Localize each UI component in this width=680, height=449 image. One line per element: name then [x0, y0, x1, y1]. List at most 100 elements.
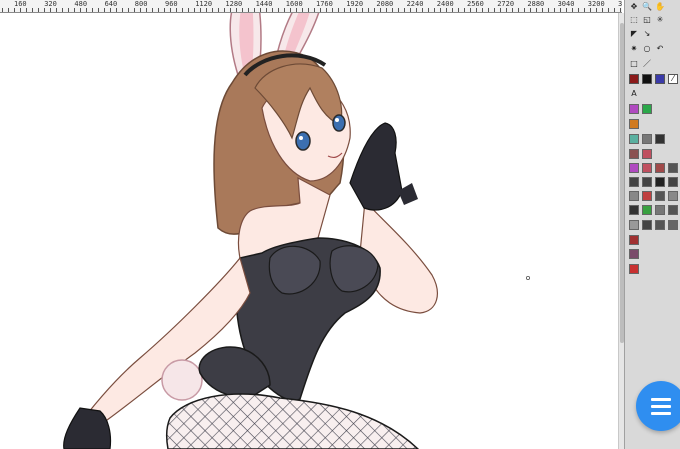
transform-icon[interactable]: ◱ [642, 15, 652, 25]
tool-icon[interactable] [642, 205, 652, 215]
ruler-tick [194, 8, 195, 12]
ruler-tick [596, 8, 597, 12]
tool-icon[interactable] [655, 205, 665, 215]
ruler-tick [602, 8, 603, 12]
ruler-tick [584, 8, 585, 12]
ruler-tick [392, 8, 393, 12]
ruler-tick [320, 8, 321, 12]
rectangle-icon[interactable]: □ [629, 59, 639, 69]
ruler-tick [62, 8, 63, 12]
ruler-tick [218, 8, 219, 12]
tool-icon[interactable] [642, 104, 652, 114]
ruler-label: 2080 [376, 0, 394, 8]
menu-bar [651, 405, 671, 408]
ruler-tick [488, 8, 489, 12]
tool-icon[interactable] [629, 104, 639, 114]
ruler-tick [374, 8, 375, 12]
triangle-icon[interactable]: ◤ [629, 29, 639, 39]
tool-icon[interactable] [655, 163, 665, 173]
tool-icon[interactable] [629, 177, 639, 187]
ruler-tick [398, 8, 399, 12]
text-icon[interactable]: A [629, 89, 639, 99]
tool-icon[interactable] [629, 191, 639, 201]
ruler-tick [128, 8, 129, 12]
ruler-label: 1600 [285, 0, 303, 8]
ruler-tick [380, 8, 381, 12]
tool-icon[interactable] [668, 220, 678, 230]
ruler-label: 1440 [255, 0, 273, 8]
ruler-tick [2, 8, 3, 12]
ruler-tick [524, 8, 525, 12]
ruler-label: 3040 [557, 0, 575, 8]
color-swatch[interactable] [655, 74, 665, 84]
tool-icon[interactable] [668, 177, 678, 187]
ruler-tick [20, 8, 21, 12]
ruler-label: 1120 [195, 0, 213, 8]
arrow-icon[interactable]: ↘ [642, 29, 652, 39]
ruler-label: 2880 [527, 0, 545, 8]
move-arrows-icon[interactable]: ✥ [629, 2, 639, 12]
tool-icon[interactable] [655, 134, 665, 144]
tool-icon[interactable] [629, 264, 639, 274]
tool-icon[interactable] [642, 149, 652, 159]
menu-fab-button[interactable] [636, 381, 680, 431]
hand-icon[interactable]: ✋ [655, 2, 665, 12]
tool-icon[interactable] [642, 163, 652, 173]
tool-icon[interactable] [629, 235, 639, 245]
ruler-tick [386, 8, 387, 12]
ruler-tick [536, 8, 537, 12]
ruler-tick [572, 8, 573, 12]
tool-icon[interactable] [642, 191, 652, 201]
ruler-tick [500, 8, 501, 12]
ruler-tick [206, 8, 207, 12]
ruler-label: 2400 [436, 0, 454, 8]
tool-icon[interactable] [642, 220, 652, 230]
ruler-tick [506, 8, 507, 12]
zoom-icon[interactable]: 🔍 [642, 2, 652, 12]
ruler-tick [290, 8, 291, 12]
tool-icon[interactable] [642, 134, 652, 144]
tool-icon[interactable] [629, 249, 639, 259]
ruler-label: 960 [165, 0, 178, 8]
ruler-tick [302, 8, 303, 12]
ruler-tick [470, 8, 471, 12]
ruler-tick [416, 8, 417, 12]
tool-icon[interactable] [668, 191, 678, 201]
pen-icon[interactable]: ⁄ [668, 74, 678, 84]
tool-icon[interactable] [642, 177, 652, 187]
tool-icon[interactable] [629, 134, 639, 144]
color-swatch[interactable] [642, 74, 652, 84]
ruler-tick [446, 8, 447, 12]
tool-icon[interactable] [629, 163, 639, 173]
ruler-label: 320 [44, 0, 57, 8]
tool-icon[interactable] [668, 163, 678, 173]
ruler-tick [80, 8, 81, 12]
ruler-tick [8, 8, 9, 12]
tool-icon[interactable] [655, 220, 665, 230]
ruler-tick [314, 8, 315, 12]
lasso-icon[interactable]: ○ [642, 44, 652, 54]
tool-icon[interactable] [655, 177, 665, 187]
ruler-tick [278, 8, 279, 12]
undo-icon[interactable]: ↶ [655, 44, 665, 54]
line-icon[interactable]: ／ [642, 59, 652, 69]
ruler-tick [548, 8, 549, 12]
ruler-tick [476, 8, 477, 12]
magic-wand-icon[interactable]: ✳ [655, 15, 665, 25]
tool-icon[interactable] [629, 205, 639, 215]
tool-icon[interactable] [668, 205, 678, 215]
drawing-canvas[interactable] [0, 13, 618, 449]
sparkle-icon[interactable]: ✷ [629, 44, 639, 54]
tool-icon[interactable] [655, 191, 665, 201]
tool-icon[interactable] [629, 149, 639, 159]
tool-icon[interactable] [629, 220, 639, 230]
ruler-tick [422, 8, 423, 12]
ruler-tick [590, 8, 591, 12]
ruler-tick [44, 8, 45, 12]
ruler-label: 1760 [316, 0, 333, 8]
ruler-tick [554, 8, 555, 12]
rect-select-icon[interactable]: ⬚ [629, 15, 639, 25]
color-swatch[interactable] [629, 74, 639, 84]
tool-icon[interactable] [629, 119, 639, 129]
ruler-tick [428, 8, 429, 12]
